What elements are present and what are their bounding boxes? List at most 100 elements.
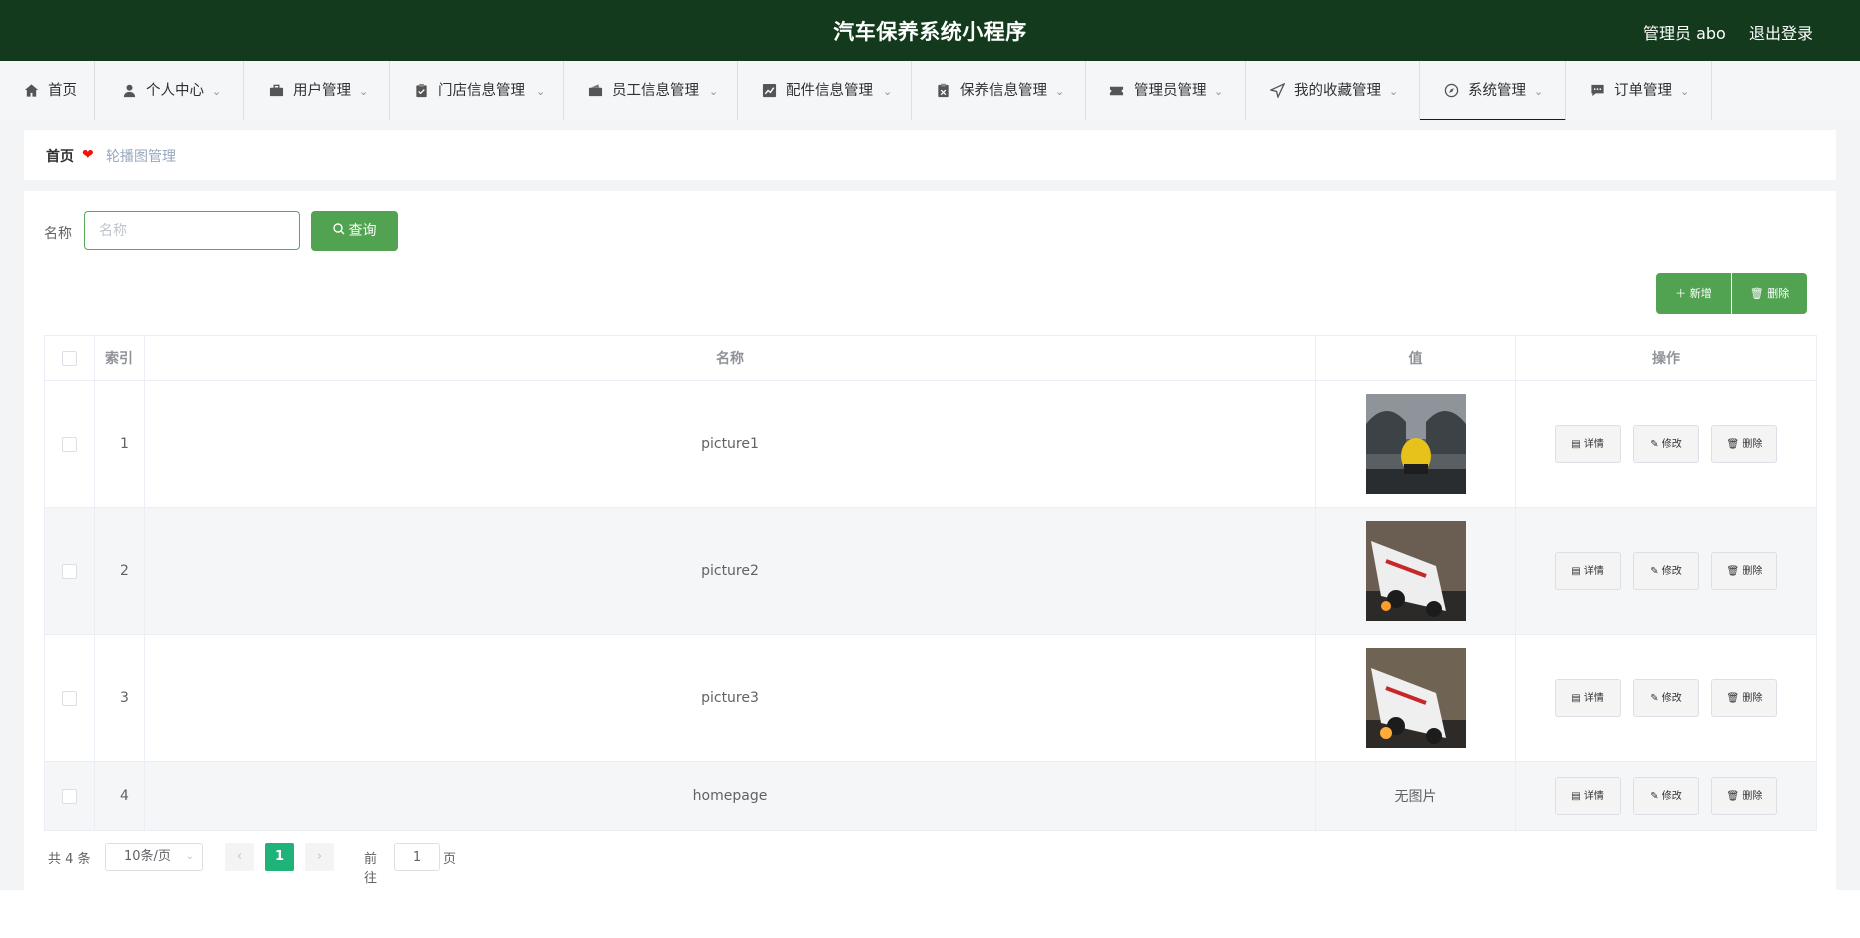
logout-link[interactable]: 退出登录	[1749, 20, 1813, 44]
nav-label: 订单管理	[1614, 83, 1672, 99]
nav-item-orders[interactable]: 订单管理 ⌄	[1566, 61, 1712, 120]
nav-item-parts[interactable]: 配件信息管理 ⌄	[738, 61, 912, 120]
detail-label: 详情	[1583, 693, 1604, 704]
nav-item-admins[interactable]: 管理员管理 ⌄	[1086, 61, 1246, 120]
chevron-down-icon: ⌄	[185, 851, 194, 862]
delete-label: 删除	[1742, 693, 1763, 704]
search-button[interactable]: 查询	[311, 211, 398, 251]
edit-label: 修改	[1661, 439, 1682, 450]
clipboard-icon	[414, 83, 429, 98]
chevron-down-icon: ⌄	[1389, 85, 1399, 98]
detail-button[interactable]: ▤ 详情	[1554, 425, 1621, 463]
next-page-button[interactable]: ›	[305, 843, 334, 871]
delete-button[interactable]: 🗑 删除	[1711, 679, 1778, 717]
detail-button[interactable]: ▤ 详情	[1554, 552, 1621, 590]
row-checkbox[interactable]	[62, 788, 77, 804]
current-user: 管理员 abo	[1643, 24, 1726, 43]
nav-item-maintenance[interactable]: 保养信息管理 ⌄	[912, 61, 1086, 120]
detail-label: 详情	[1583, 791, 1604, 802]
prev-page-button[interactable]: ‹	[225, 843, 254, 871]
chevron-down-icon: ⌄	[1214, 85, 1224, 98]
chevron-right-icon: ›	[316, 849, 323, 864]
row-select-cell	[44, 507, 95, 635]
edit-button[interactable]: ✎ 修改	[1633, 777, 1699, 815]
delete-label: 删除	[1742, 791, 1763, 802]
nav-item-staff[interactable]: 员工信息管理 ⌄	[564, 61, 738, 120]
row-value: 无图片	[1315, 761, 1516, 831]
column-header: 操作	[1515, 335, 1817, 381]
goto-label: 前往	[364, 852, 378, 886]
row-value-cell	[1315, 634, 1516, 762]
page-size-value: 10条/页	[124, 849, 171, 864]
detail-button[interactable]: ▤ 详情	[1554, 679, 1621, 717]
checklist-icon	[936, 83, 951, 98]
chart-icon	[762, 83, 777, 98]
nav-item-favorites[interactable]: 我的收藏管理 ⌄	[1246, 61, 1420, 120]
detail-button[interactable]: ▤ 详情	[1554, 777, 1621, 815]
row-ops: ▤ 详情 ✎ 修改 🗑 删除	[1515, 634, 1817, 762]
app-header: 汽车保养系统小程序 管理员 abo 退出登录	[0, 0, 1860, 61]
chevron-down-icon: ⌄	[883, 85, 893, 98]
search-icon	[332, 211, 345, 251]
edit-label: 修改	[1661, 693, 1682, 704]
chevron-down-icon: ⌄	[212, 85, 222, 98]
bulk-delete-button[interactable]: 🗑 删除	[1732, 273, 1807, 314]
car-image-thumbnail	[1365, 394, 1466, 494]
row-index: 2	[94, 507, 145, 635]
chevron-down-icon: ⌄	[359, 85, 369, 98]
row-index: 4	[94, 761, 145, 831]
nav-item-profile[interactable]: 个人中心 ⌄	[95, 61, 244, 120]
detail-label: 详情	[1583, 566, 1604, 577]
add-button[interactable]: ＋ 新增	[1656, 273, 1731, 314]
page-size-select[interactable]: 10条/页 ⌄	[105, 843, 203, 871]
row-name: homepage	[144, 761, 1316, 831]
search-button-label: 查询	[348, 223, 377, 239]
car-image-thumbnail	[1365, 521, 1466, 621]
row-ops: ▤ 详情 ✎ 修改 🗑 删除	[1515, 507, 1817, 635]
nav-item-stores[interactable]: 门店信息管理 ⌄	[390, 61, 564, 120]
row-value-cell	[1315, 507, 1516, 635]
nav-item-system[interactable]: 系统管理 ⌄	[1420, 61, 1566, 121]
edit-button[interactable]: ✎ 修改	[1633, 679, 1699, 717]
select-all-cell	[44, 335, 95, 381]
table-row: 4 homepage 无图片 ▤ 详情 ✎ 修改 🗑 删除	[44, 761, 1817, 831]
edit-button[interactable]: ✎ 修改	[1633, 425, 1699, 463]
nav-label: 个人中心	[146, 83, 204, 99]
breadcrumb-current: 轮播图管理	[106, 149, 176, 165]
search-input[interactable]	[84, 211, 300, 250]
bulk-delete-label: 删除	[1767, 287, 1790, 300]
add-button-label: 新增	[1689, 287, 1712, 300]
goto-page-input[interactable]	[394, 843, 440, 871]
nav-item-home[interactable]: 首页	[0, 61, 95, 120]
top-nav: 首页 个人中心 ⌄ 用户管理 ⌄ 门店信息管理 ⌄ 员工信息管理 ⌄ 配件信息管…	[0, 61, 1860, 121]
chevron-down-icon: ⌄	[536, 85, 546, 98]
send-icon	[1270, 83, 1285, 98]
column-header: 值	[1315, 335, 1516, 381]
app-title: 汽车保养系统小程序	[833, 20, 1027, 44]
row-select-cell	[44, 761, 95, 831]
nav-label: 首页	[48, 83, 77, 99]
row-checkbox[interactable]	[62, 690, 77, 706]
page-number[interactable]: 1	[265, 843, 294, 871]
delete-button[interactable]: 🗑 删除	[1711, 552, 1778, 590]
home-icon	[24, 83, 39, 98]
breadcrumb: 首页 ❤ 轮播图管理	[24, 130, 1836, 180]
row-checkbox[interactable]	[62, 563, 77, 579]
row-value-cell	[1315, 380, 1516, 508]
nav-item-users[interactable]: 用户管理 ⌄	[244, 61, 390, 120]
edit-button[interactable]: ✎ 修改	[1633, 552, 1699, 590]
delete-button[interactable]: 🗑 删除	[1711, 425, 1778, 463]
row-checkbox[interactable]	[62, 436, 77, 452]
user-icon	[122, 83, 137, 98]
delete-label: 删除	[1742, 439, 1763, 450]
total-count: 共 4 条	[48, 852, 91, 867]
page-unit-label: 页	[443, 852, 457, 867]
breadcrumb-home[interactable]: 首页	[46, 146, 74, 166]
delete-button[interactable]: 🗑 删除	[1711, 777, 1778, 815]
select-all-checkbox[interactable]	[62, 350, 77, 366]
edit-label: 修改	[1661, 566, 1682, 577]
data-table: 索引 名称 值 操作 1 picture1 ▤ 详情 ✎ 修改 🗑 删除 2 p…	[44, 335, 1817, 831]
column-header: 名称	[144, 335, 1316, 381]
nav-label: 配件信息管理	[786, 83, 873, 99]
column-header: 索引	[94, 335, 145, 381]
